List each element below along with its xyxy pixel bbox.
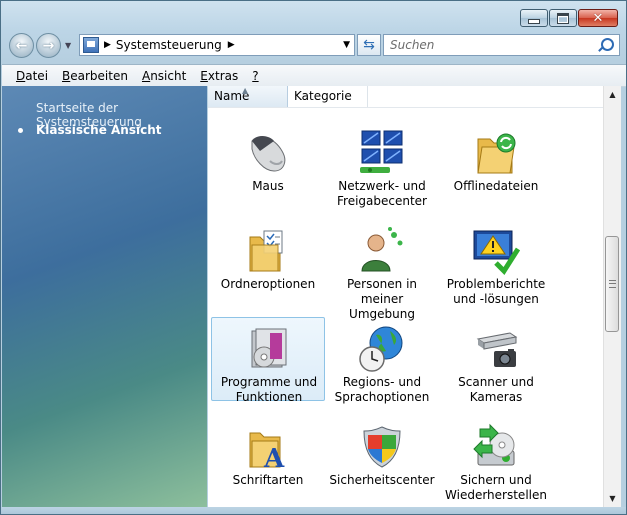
forward-arrow-icon: →: [42, 37, 55, 54]
problem-reports-icon: [473, 230, 520, 275]
maximize-button[interactable]: [549, 9, 577, 27]
item-label: und -lösungen: [453, 292, 539, 306]
search-box: [383, 34, 620, 56]
navigation-bar: ← → ▼ ▶ Systemsteuerung ▶ ▼ ⇆: [9, 32, 620, 60]
window-bottom-frame: [1, 507, 626, 514]
menu-view[interactable]: Ansicht: [135, 69, 193, 83]
address-bar[interactable]: ▶ Systemsteuerung ▶ ▼: [79, 34, 355, 56]
backup-restore-icon: [473, 423, 515, 466]
svg-text:A: A: [263, 444, 285, 471]
item-label: Freigabecenter: [337, 194, 427, 208]
item-label: Funktionen: [235, 390, 303, 404]
item-backup-restore[interactable]: Sichern und Wiederherstellen: [439, 415, 553, 502]
item-fonts[interactable]: A Schriftarten: [211, 415, 325, 499]
search-input[interactable]: [384, 35, 600, 55]
item-label: Schriftarten: [232, 473, 304, 487]
item-folder-options[interactable]: Ordneroptionen: [211, 219, 325, 303]
task-pane: Startseite der Systemsteuerung Klassisch…: [2, 86, 207, 507]
mouse-icon: [251, 136, 286, 172]
scroll-up-button[interactable]: ▲: [604, 86, 621, 103]
menu-bar: Datei Bearbeiten Ansicht Extras ?: [2, 64, 626, 87]
minimize-button[interactable]: [520, 9, 548, 27]
item-problem-reports[interactable]: Problemberichte und -lösungen: [439, 219, 553, 306]
grip-icon: [609, 280, 616, 288]
back-button[interactable]: ←: [9, 33, 34, 58]
refresh-button[interactable]: ⇆: [357, 34, 381, 56]
network-icon: [360, 130, 403, 173]
item-programs-features[interactable]: Programme und Funktionen: [211, 317, 325, 404]
item-scanners-cameras[interactable]: Scanner und Kameras: [439, 317, 553, 404]
item-label: Programme und: [220, 375, 318, 389]
item-mouse[interactable]: Maus: [211, 121, 325, 205]
forward-button[interactable]: →: [36, 33, 61, 58]
item-label: Regions- und: [342, 375, 422, 389]
globe-clock-icon: [359, 326, 403, 372]
menu-tools[interactable]: Extras: [193, 69, 245, 83]
folder-options-icon: [249, 230, 283, 272]
items-view: ▲ Name Kategorie Maus Netzwerk- und Frei…: [208, 86, 603, 507]
programs-icon: [251, 328, 287, 368]
sort-arrow-icon: ▲: [242, 86, 249, 95]
item-label: Wiederherstellen: [445, 488, 547, 502]
item-network[interactable]: Netzwerk- und Freigabecenter: [325, 121, 439, 208]
item-label: Netzwerk- und: [338, 179, 426, 193]
link-classic-view[interactable]: Klassische Ansicht: [36, 123, 162, 137]
column-category[interactable]: Kategorie: [288, 86, 368, 107]
item-label: Offlinedateien: [453, 179, 539, 193]
maximize-icon: [557, 12, 569, 24]
close-button[interactable]: ✕: [578, 9, 618, 27]
item-label: Maus: [252, 179, 284, 193]
caption-buttons: ✕: [520, 9, 618, 27]
bullet-icon: [18, 128, 23, 133]
scroll-down-button[interactable]: ▼: [604, 490, 621, 507]
scanner-camera-icon: [476, 332, 518, 367]
item-people-near-me[interactable]: Personen in meiner Umgebung: [325, 219, 439, 321]
menu-file[interactable]: Datei: [2, 69, 55, 83]
scroll-thumb[interactable]: [605, 236, 619, 332]
offline-files-icon: [477, 133, 516, 174]
recent-pages-dropdown[interactable]: ▼: [65, 41, 71, 50]
item-security-center[interactable]: Sicherheitscenter: [325, 415, 439, 499]
menu-edit[interactable]: Bearbeiten: [55, 69, 135, 83]
menu-help[interactable]: ?: [245, 69, 265, 83]
item-label: Personen in meiner: [346, 277, 418, 306]
item-label: Sichern und: [460, 473, 532, 487]
item-regional-options[interactable]: Regions- und Sprachoptionen: [325, 317, 439, 404]
item-label: Ordneroptionen: [220, 277, 316, 291]
item-offline-files[interactable]: Offlinedateien: [439, 121, 553, 205]
security-shield-icon: [363, 426, 401, 468]
item-label: Scanner und: [458, 375, 534, 389]
window: ✕ ← → ▼ ▶ Systemsteuerung ▶ ▼ ⇆ Datei Be…: [0, 0, 627, 515]
minimize-icon: [528, 19, 540, 24]
column-header: ▲ Name Kategorie: [208, 86, 603, 108]
scroll-up-icon: ▲: [609, 90, 616, 99]
address-dropdown-icon[interactable]: ▼: [343, 40, 350, 50]
breadcrumb-chevron-icon[interactable]: ▶: [228, 40, 235, 50]
column-name[interactable]: ▲ Name: [208, 86, 288, 107]
back-arrow-icon: ←: [15, 37, 28, 54]
item-label: Problemberichte: [446, 277, 546, 291]
search-icon[interactable]: [601, 38, 614, 51]
refresh-icon: ⇆: [363, 37, 375, 53]
scroll-down-icon: ▼: [609, 494, 616, 503]
control-panel-icon: [83, 37, 99, 53]
vertical-scrollbar[interactable]: ▲ ▼: [603, 86, 621, 507]
breadcrumb-control-panel[interactable]: Systemsteuerung: [116, 38, 222, 52]
breadcrumb-chevron-icon[interactable]: ▶: [104, 40, 111, 50]
fonts-folder-icon: A: [249, 432, 285, 471]
people-icon: [361, 227, 403, 272]
item-label: Kameras: [469, 390, 523, 404]
item-label: Sprachoptionen: [334, 390, 430, 404]
close-icon: ✕: [592, 10, 604, 26]
item-label: Sicherheitscenter: [329, 473, 435, 487]
